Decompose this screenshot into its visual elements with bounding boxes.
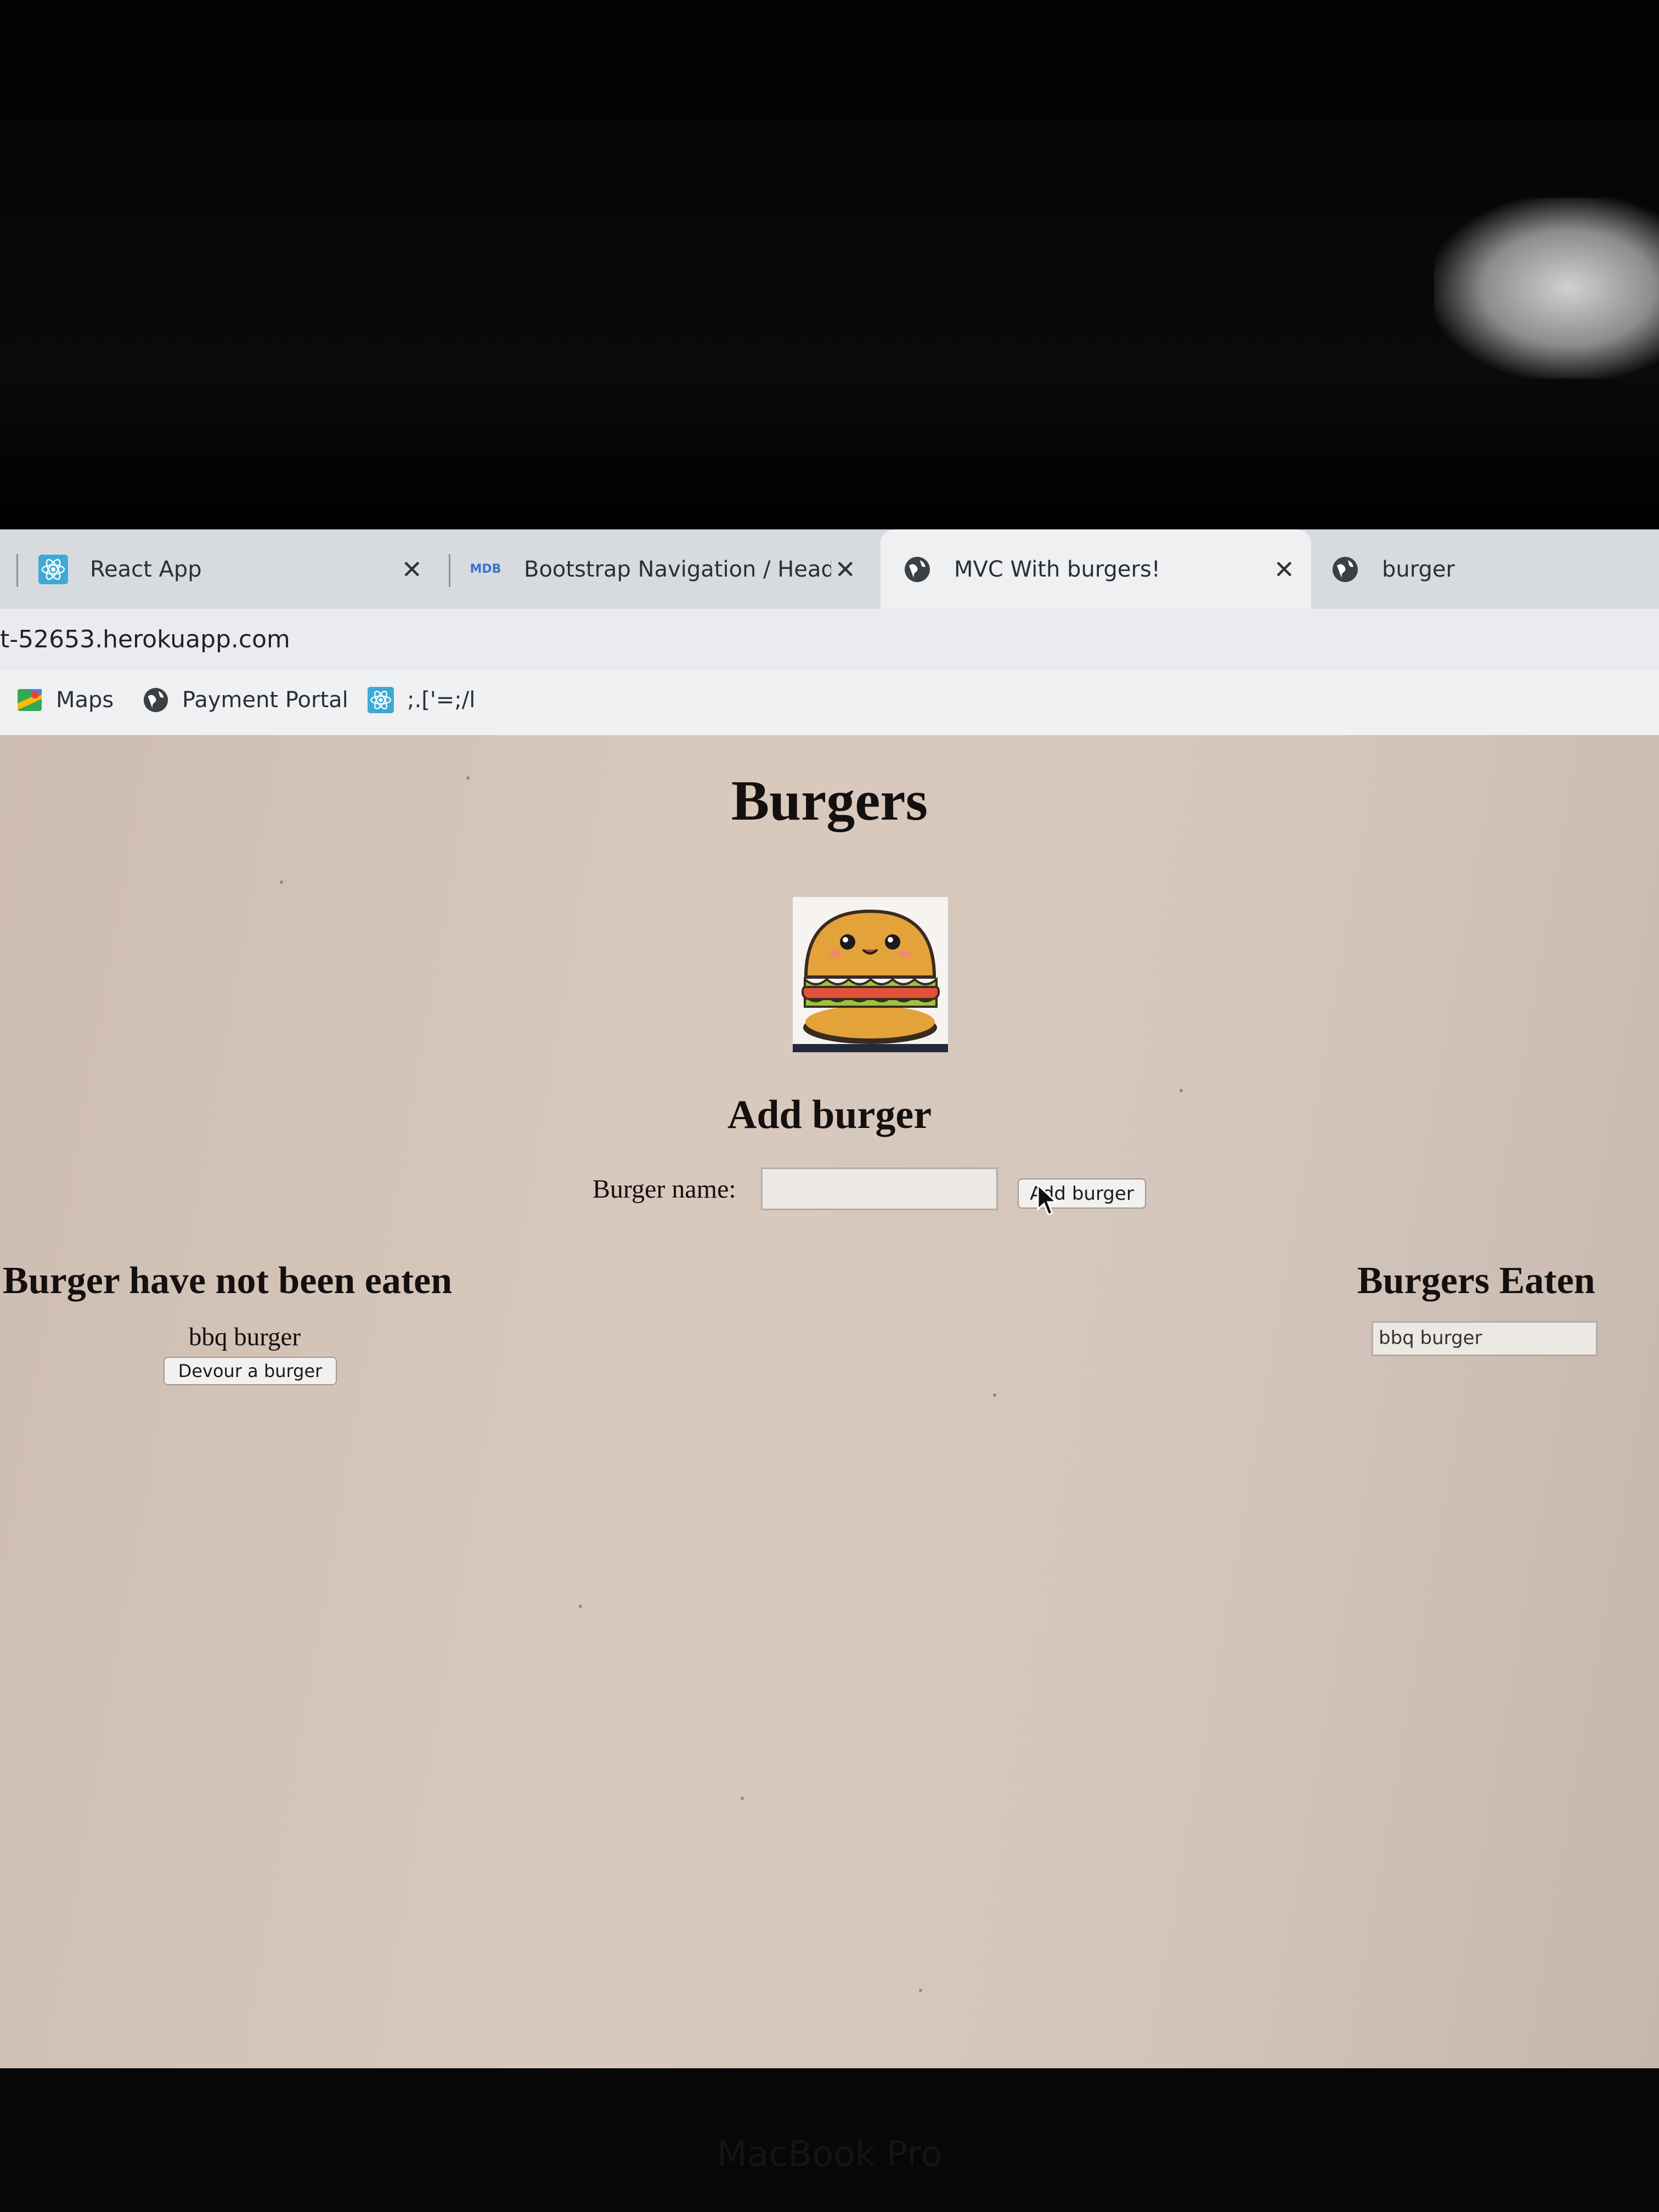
url-text[interactable]: t-52653.herokuapp.com	[0, 625, 290, 653]
bookmark-react[interactable]: ;.['=;/l	[368, 687, 475, 713]
bookmark-label: Maps	[56, 687, 114, 713]
burger-name-label: Burger name:	[592, 1175, 736, 1204]
uneaten-burger-name: bbq burger	[189, 1323, 301, 1351]
address-bar[interactable]: t-52653.herokuapp.com	[0, 609, 1659, 670]
close-icon[interactable]: ✕	[834, 555, 856, 584]
mouse-cursor-icon	[1037, 1184, 1058, 1216]
bookmark-label: ;.['=;/l	[407, 687, 476, 713]
bookmark-label: Payment Portal	[182, 687, 348, 713]
burgers-eaten-heading: Burgers Eaten	[1357, 1260, 1595, 1302]
browser-tab-strip: React App ✕ MDB Bootstrap Navigation / H…	[0, 529, 1659, 609]
screen-speck	[919, 1989, 922, 1992]
bookmarks-bar: Maps Payment Portal ;.['=;/l	[0, 670, 1659, 736]
tab-burger[interactable]: burger	[1330, 529, 1659, 609]
maps-icon	[16, 687, 43, 713]
close-icon[interactable]: ✕	[401, 555, 422, 584]
screen-bezel-top	[0, 0, 1659, 529]
mdb-icon: MDB	[470, 562, 501, 576]
device-label: MacBook Pro	[716, 2134, 943, 2175]
tab-react-app[interactable]: React App ✕	[38, 529, 439, 609]
add-burger-heading: Add burger	[727, 1092, 932, 1137]
burger-name-input[interactable]	[761, 1167, 998, 1210]
light-glare	[1434, 198, 1659, 379]
page-title: Burgers	[731, 769, 928, 832]
globe-icon	[902, 555, 932, 584]
globe-icon	[143, 687, 169, 713]
tab-bootstrap-navigation[interactable]: MDB Bootstrap Navigation / Header ✕	[469, 529, 872, 609]
screen-speck	[280, 881, 283, 884]
bookmark-payment-portal[interactable]: Payment Portal	[143, 687, 348, 713]
not-eaten-heading: Burger have not been eaten	[3, 1260, 453, 1302]
screen-speck	[741, 1797, 744, 1800]
screen-speck	[993, 1393, 996, 1397]
react-icon	[368, 687, 394, 713]
page-content: Burgers Add burger Burger name: Add burg…	[0, 735, 1659, 2068]
tab-mvc-with-burgers[interactable]: MVC With burgers! ✕	[881, 529, 1311, 609]
tab-label: burger	[1382, 556, 1455, 582]
close-icon[interactable]: ✕	[1273, 555, 1295, 584]
devour-burger-button[interactable]: Devour a burger	[163, 1357, 337, 1385]
screen-speck	[466, 776, 470, 780]
react-icon	[38, 554, 68, 584]
tab-separator	[449, 554, 450, 587]
tab-label: Bootstrap Navigation / Header	[524, 556, 831, 582]
globe-icon	[1330, 555, 1360, 584]
tab-label: React App	[90, 556, 202, 582]
screen-speck	[579, 1605, 582, 1608]
bookmark-maps[interactable]: Maps	[16, 687, 114, 713]
tab-label: MVC With burgers!	[954, 556, 1160, 582]
screen-speck	[1180, 1089, 1183, 1092]
burger-cartoon-image	[793, 897, 948, 1052]
eaten-burger-item: bbq burger	[1372, 1321, 1598, 1356]
tab-separator	[16, 554, 18, 587]
